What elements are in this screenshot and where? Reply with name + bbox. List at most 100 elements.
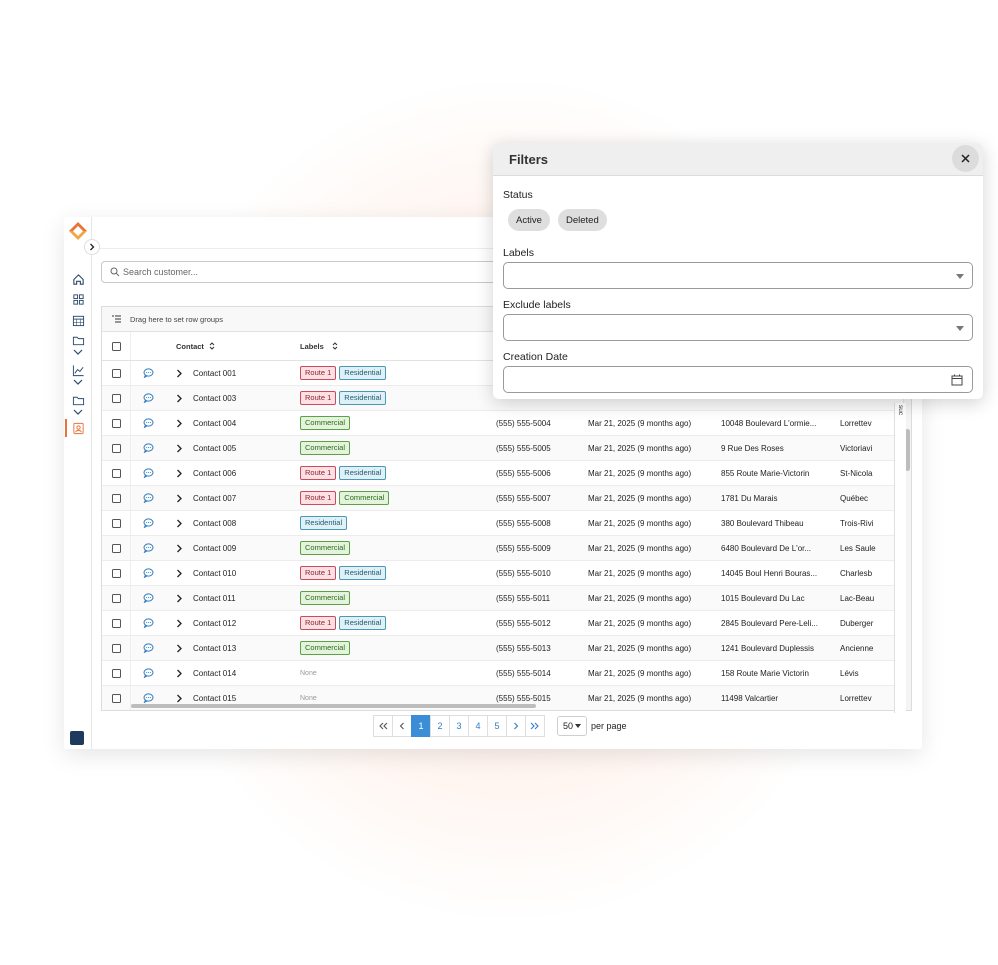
select-all-checkbox[interactable]: [111, 341, 121, 351]
folder-open-icon[interactable]: [70, 392, 86, 408]
calendar-icon[interactable]: [70, 312, 86, 328]
contacts-icon[interactable]: [70, 420, 86, 436]
row-checkbox[interactable]: [111, 493, 121, 503]
table-row[interactable]: Contact 006 Route 1 Residential (555) 555…: [102, 461, 911, 486]
page-button-5[interactable]: 5: [487, 715, 507, 737]
chevron-down-icon[interactable]: [72, 408, 84, 416]
row-checkbox[interactable]: [111, 393, 121, 403]
row-checkbox[interactable]: [111, 518, 121, 528]
last-page-button[interactable]: [525, 715, 545, 737]
row-checkbox[interactable]: [111, 443, 121, 453]
label-tag-route[interactable]: Route 1: [300, 566, 337, 580]
status-chip-active[interactable]: Active: [508, 209, 550, 231]
label-tag-res[interactable]: Residential: [339, 466, 387, 480]
contact-cell[interactable]: Contact 012: [166, 611, 290, 635]
calendar-icon[interactable]: [951, 374, 963, 386]
horizontal-scrollbar[interactable]: [131, 704, 536, 708]
chevron-right-icon[interactable]: [176, 644, 183, 653]
chevron-right-icon[interactable]: [176, 669, 183, 678]
table-row[interactable]: Contact 009 Commercial (555) 555-5009 Ma…: [102, 536, 911, 561]
per-page-select[interactable]: 50: [557, 716, 588, 736]
row-checkbox[interactable]: [111, 568, 121, 578]
creation-date-input[interactable]: [503, 366, 973, 393]
chat-icon[interactable]: [131, 561, 166, 585]
label-tag-com[interactable]: Commercial: [300, 541, 351, 555]
table-row[interactable]: Contact 008 Residential (555) 555-5008 M…: [102, 511, 911, 536]
contact-cell[interactable]: Contact 004: [166, 411, 290, 435]
row-checkbox[interactable]: [111, 368, 121, 378]
row-checkbox[interactable]: [111, 693, 121, 703]
contact-cell[interactable]: Contact 014: [166, 661, 290, 685]
label-tag-res[interactable]: Residential: [339, 616, 387, 630]
label-tag-com[interactable]: Commercial: [339, 491, 390, 505]
chart-icon[interactable]: [70, 362, 86, 378]
contact-cell[interactable]: Contact 006: [166, 461, 290, 485]
sort-icon[interactable]: [332, 342, 338, 350]
table-row[interactable]: Contact 007 Route 1 Commercial (555) 555-…: [102, 486, 911, 511]
home-icon[interactable]: [70, 271, 86, 287]
contact-cell[interactable]: Contact 013: [166, 636, 290, 660]
labels-column-header[interactable]: Labels: [290, 332, 496, 360]
row-checkbox[interactable]: [111, 593, 121, 603]
chat-icon[interactable]: [131, 636, 166, 660]
status-chip-deleted[interactable]: Deleted: [558, 209, 607, 231]
folder-icon[interactable]: [70, 332, 86, 348]
label-tag-res[interactable]: Residential: [300, 516, 348, 530]
contact-cell[interactable]: Contact 005: [166, 436, 290, 460]
chat-icon[interactable]: [131, 661, 166, 685]
contact-column-header[interactable]: Contact: [166, 332, 290, 360]
table-row[interactable]: Contact 005 Commercial (555) 555-5005 Ma…: [102, 436, 911, 461]
label-tag-com[interactable]: Commercial: [300, 416, 351, 430]
label-tag-res[interactable]: Residential: [339, 391, 387, 405]
expand-sidebar-button[interactable]: [84, 239, 100, 255]
chevron-right-icon[interactable]: [176, 419, 183, 428]
next-page-button[interactable]: [506, 715, 526, 737]
chat-icon[interactable]: [131, 486, 166, 510]
page-button-2[interactable]: 2: [430, 715, 450, 737]
table-row[interactable]: Contact 004 Commercial (555) 555-5004 Ma…: [102, 411, 911, 436]
chevron-right-icon[interactable]: [176, 394, 183, 403]
contact-cell[interactable]: Contact 009: [166, 536, 290, 560]
contact-cell[interactable]: Contact 001: [166, 361, 290, 385]
dashboard-icon[interactable]: [70, 291, 86, 307]
chevron-right-icon[interactable]: [176, 444, 183, 453]
row-checkbox[interactable]: [111, 668, 121, 678]
first-page-button[interactable]: [373, 715, 393, 737]
contact-cell[interactable]: Contact 010: [166, 561, 290, 585]
contact-cell[interactable]: Contact 003: [166, 386, 290, 410]
label-tag-res[interactable]: Residential: [339, 366, 387, 380]
chevron-right-icon[interactable]: [176, 469, 183, 478]
contact-cell[interactable]: Contact 011: [166, 586, 290, 610]
chevron-down-icon[interactable]: [72, 348, 84, 356]
table-row[interactable]: Contact 014 None (555) 555-5014 Mar 21, …: [102, 661, 911, 686]
page-button-3[interactable]: 3: [449, 715, 469, 737]
chat-icon[interactable]: [131, 511, 166, 535]
label-tag-route[interactable]: Route 1: [300, 391, 337, 405]
chat-icon[interactable]: [131, 586, 166, 610]
labels-select[interactable]: [503, 262, 973, 289]
label-tag-route[interactable]: Route 1: [300, 366, 337, 380]
chat-icon[interactable]: [131, 386, 166, 410]
table-row[interactable]: Contact 013 Commercial (555) 555-5013 Ma…: [102, 636, 911, 661]
label-tag-route[interactable]: Route 1: [300, 491, 337, 505]
chevron-right-icon[interactable]: [176, 544, 183, 553]
side-panel-strip[interactable]: [894, 403, 906, 713]
label-tag-com[interactable]: Commercial: [300, 641, 351, 655]
search-input[interactable]: Search customer...: [101, 261, 521, 283]
chat-icon[interactable]: [131, 361, 166, 385]
contact-cell[interactable]: Contact 007: [166, 486, 290, 510]
chat-icon[interactable]: [131, 411, 166, 435]
chevron-right-icon[interactable]: [176, 519, 183, 528]
contact-cell[interactable]: Contact 008: [166, 511, 290, 535]
chat-icon[interactable]: [131, 611, 166, 635]
label-tag-route[interactable]: Route 1: [300, 466, 337, 480]
page-button-1[interactable]: 1: [411, 715, 431, 737]
exclude-labels-select[interactable]: [503, 314, 973, 341]
table-row[interactable]: Contact 011 Commercial (555) 555-5011 Ma…: [102, 586, 911, 611]
close-filters-button[interactable]: [952, 145, 979, 172]
label-tag-com[interactable]: Commercial: [300, 591, 351, 605]
table-row[interactable]: Contact 010 Route 1 Residential (555) 555…: [102, 561, 911, 586]
sort-icon[interactable]: [209, 342, 215, 350]
prev-page-button[interactable]: [392, 715, 412, 737]
page-button-4[interactable]: 4: [468, 715, 488, 737]
